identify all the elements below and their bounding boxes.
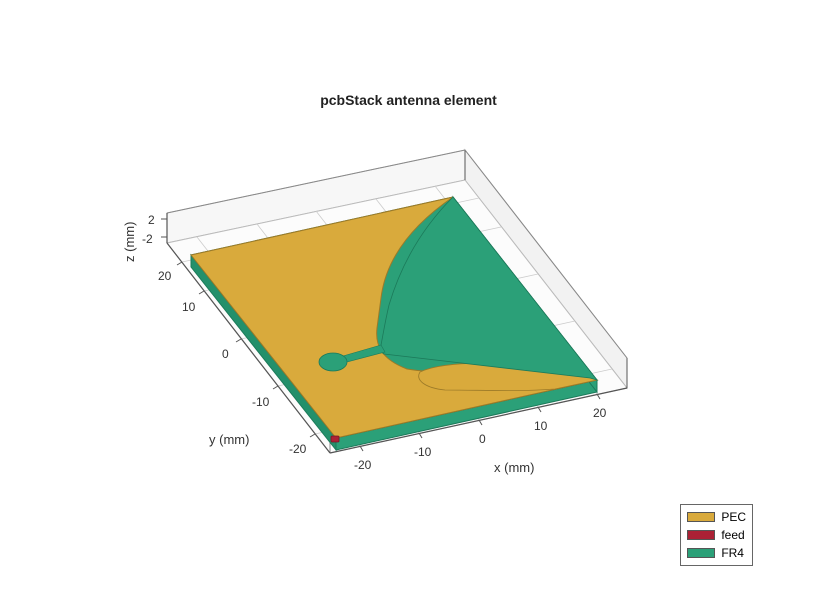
x-tick-1: -10 bbox=[414, 445, 431, 459]
legend[interactable]: PEC feed FR4 bbox=[680, 504, 753, 566]
x-tick-2: 0 bbox=[479, 432, 486, 446]
z-tick-0: -2 bbox=[142, 232, 153, 246]
x-tick-3: 10 bbox=[534, 419, 547, 433]
z-tick-1: 2 bbox=[148, 213, 155, 227]
legend-label-pec: PEC bbox=[721, 510, 746, 524]
legend-label-fr4: FR4 bbox=[721, 546, 744, 560]
x-tick-4: 20 bbox=[593, 406, 606, 420]
y-axis-label: y (mm) bbox=[209, 432, 249, 447]
via-pad bbox=[319, 353, 347, 371]
legend-item-pec[interactable]: PEC bbox=[687, 508, 746, 526]
swatch-feed bbox=[687, 530, 715, 540]
z-ticks bbox=[161, 219, 167, 237]
x-tick-0: -20 bbox=[354, 458, 371, 472]
y-tick-3: 10 bbox=[182, 300, 195, 314]
feed-marker bbox=[331, 436, 339, 442]
chart-title: pcbStack antenna element bbox=[0, 92, 817, 108]
legend-item-feed[interactable]: feed bbox=[687, 526, 746, 544]
plot-svg bbox=[85, 110, 705, 470]
swatch-fr4 bbox=[687, 548, 715, 558]
y-tick-1: -10 bbox=[252, 395, 269, 409]
swatch-pec bbox=[687, 512, 715, 522]
y-tick-2: 0 bbox=[222, 347, 229, 361]
legend-item-fr4[interactable]: FR4 bbox=[687, 544, 746, 562]
y-tick-0: -20 bbox=[289, 442, 306, 456]
y-tick-4: 20 bbox=[158, 269, 171, 283]
axes-3d[interactable] bbox=[85, 110, 705, 470]
legend-label-feed: feed bbox=[721, 528, 744, 542]
figure-3d-plot: { "chart_data": { "type": "surface3d", "… bbox=[0, 0, 817, 614]
x-axis-label: x (mm) bbox=[494, 460, 534, 475]
z-axis-label: z (mm) bbox=[122, 222, 137, 262]
